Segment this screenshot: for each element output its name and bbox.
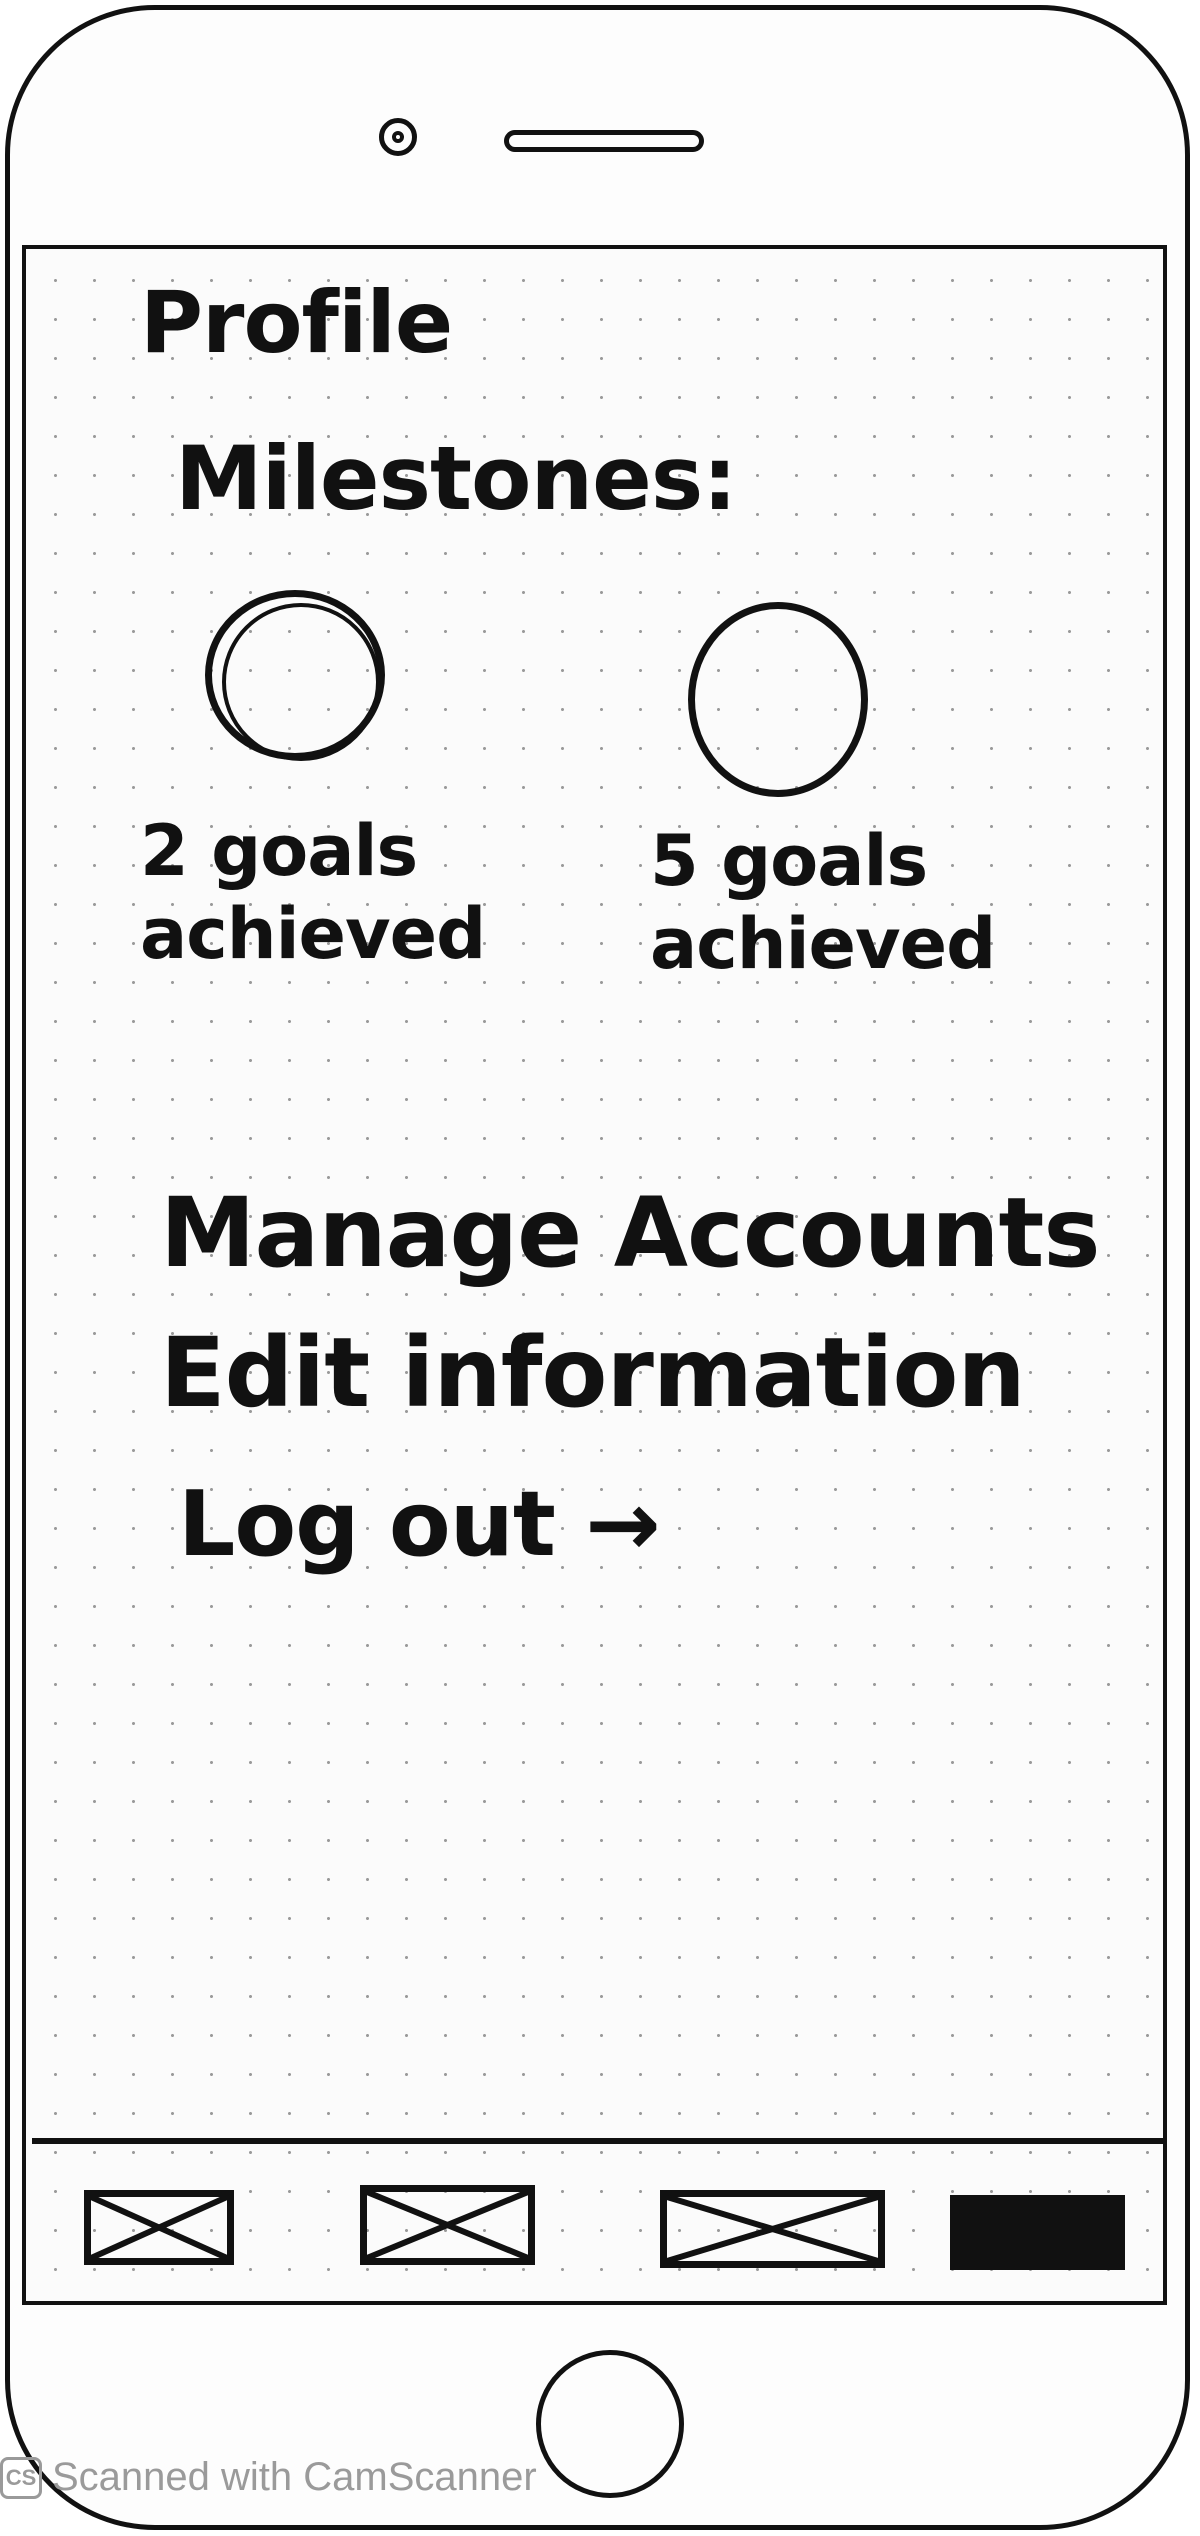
tab-4-active-placeholder-icon[interactable]	[950, 2195, 1125, 2270]
tab-3-placeholder-icon[interactable]	[660, 2190, 885, 2268]
camera-icon	[379, 118, 417, 156]
milestone-badge-icon[interactable]	[205, 590, 385, 761]
watermark-text: Scanned with CamScanner	[52, 2455, 537, 2499]
milestone-caption: 2 goals achieved	[140, 810, 486, 975]
milestone-status: achieved	[140, 892, 486, 975]
milestone-badge-icon[interactable]	[688, 602, 868, 797]
speaker-grille	[504, 130, 704, 152]
page-title: Profile	[140, 273, 453, 373]
milestone-caption: 5 goals achieved	[650, 820, 996, 985]
log-out-link[interactable]: Log out →	[178, 1480, 661, 1570]
camscanner-logo-icon: CS	[0, 2456, 42, 2499]
milestone-status: achieved	[650, 902, 996, 985]
edit-information-link[interactable]: Edit information	[160, 1325, 1026, 1421]
home-button[interactable]	[536, 2350, 684, 2498]
tab-1-placeholder-icon[interactable]	[84, 2190, 234, 2265]
scanner-watermark: CS Scanned with CamScanner	[0, 2455, 537, 2500]
milestone-count: 2 goals	[140, 810, 418, 892]
manage-accounts-link[interactable]: Manage Accounts	[160, 1185, 1100, 1281]
milestone-count: 5 goals	[650, 820, 928, 902]
milestones-heading: Milestones:	[175, 427, 737, 530]
tab-2-placeholder-icon[interactable]	[360, 2185, 535, 2265]
tab-bar-divider	[32, 2138, 1167, 2144]
